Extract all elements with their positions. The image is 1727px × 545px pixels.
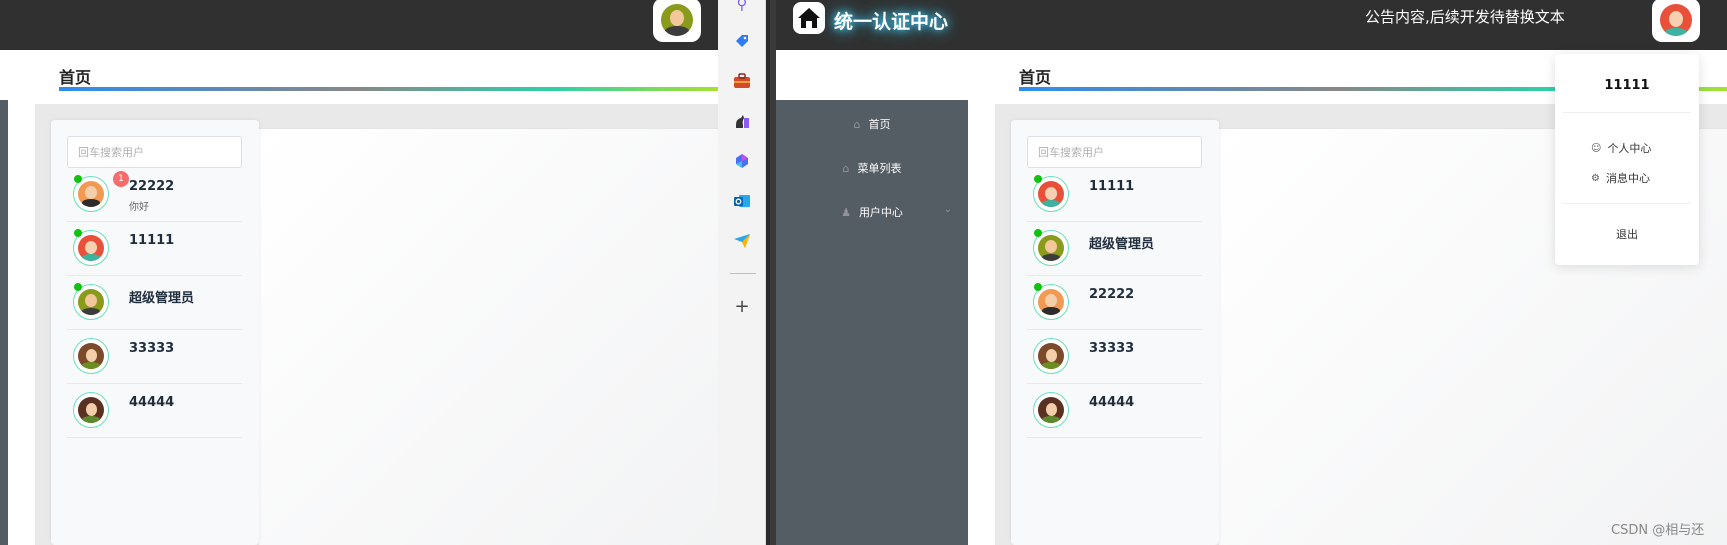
avatar — [73, 338, 109, 374]
page-title: 首页 — [59, 68, 92, 87]
woman-brown-hair-avatar-icon — [1038, 343, 1064, 369]
user-name: 超级管理员 — [129, 291, 195, 306]
user-list-panel: 1 22222 你好 11111 超级管理员 — [51, 120, 259, 545]
dropdown-item-profile[interactable]: ☺ 个人中心 — [1591, 140, 1651, 156]
online-indicator — [1034, 229, 1042, 237]
send-icon[interactable] — [732, 231, 752, 251]
right-app-window: 统一认证中心 公告内容,后续开发待替换文本 首页 ⌂ 首页 ⌂ 菜单列表 ♟ 用… — [776, 0, 1727, 545]
briefcase-icon[interactable] — [732, 71, 752, 91]
window-divider — [766, 0, 770, 545]
chevron-down-icon: ⌄ — [943, 204, 952, 215]
user-dropdown-menu: 11111 ☺ 个人中心 ⚙ 消息中心 退出 — [1555, 54, 1699, 265]
online-indicator — [74, 283, 82, 291]
user-icon: ♟ — [841, 205, 851, 219]
search-icon[interactable]: ⚲ — [732, 0, 752, 14]
user-list-item[interactable]: 44444 — [1027, 384, 1202, 438]
user-name: 22222 — [129, 179, 175, 194]
user-search-input[interactable] — [1027, 136, 1202, 168]
user-name: 33333 — [1089, 341, 1135, 356]
home-icon: ⌂ — [842, 161, 850, 175]
online-indicator — [74, 175, 82, 183]
woman-brown-hair-avatar-icon — [78, 343, 104, 369]
man-green-avatar-icon — [78, 289, 104, 315]
sidebar-item-home[interactable]: ⌂ 首页 — [776, 102, 968, 146]
avatar — [73, 392, 109, 428]
watermark: CSDN @相与还 — [1611, 523, 1705, 538]
unread-badge: 1 — [113, 171, 129, 187]
sidebar-item-menu-list[interactable]: ⌂ 菜单列表 — [776, 146, 968, 190]
last-message: 你好 — [129, 202, 149, 213]
notice-text: 公告内容,后续开发待替换文本 — [1365, 8, 1565, 26]
user-name: 11111 — [1089, 179, 1135, 194]
user-list-item[interactable]: 11111 — [1027, 168, 1202, 222]
sidebar-menu: ⌂ 首页 ⌂ 菜单列表 ♟ 用户中心 ⌄ — [776, 100, 968, 545]
user-name: 44444 — [1089, 395, 1135, 410]
user-list-item[interactable]: 1 22222 你好 — [67, 168, 242, 222]
logout-button[interactable]: 退出 — [1555, 226, 1699, 242]
add-icon[interactable]: + — [732, 296, 752, 317]
dropdown-item-label: 消息中心 — [1605, 172, 1650, 185]
user-name: 22222 — [1089, 287, 1135, 302]
dropdown-divider — [1563, 203, 1691, 204]
sidebar-edge — [0, 100, 8, 545]
user-avatar-button[interactable] — [1652, 0, 1700, 42]
outlook-icon[interactable] — [732, 191, 752, 211]
dropdown-username: 11111 — [1604, 78, 1650, 93]
man-green-avatar-icon — [661, 4, 693, 36]
avatar — [1033, 392, 1069, 428]
top-header — [0, 0, 718, 50]
dropdown-divider — [1563, 112, 1691, 113]
dropdown-item-messages[interactable]: ⚙ 消息中心 — [1591, 170, 1650, 186]
user-list-item[interactable]: 44444 — [67, 384, 242, 438]
sidebar-item-label: 菜单列表 — [857, 162, 902, 175]
woman-dark-hair-avatar-icon — [1038, 397, 1064, 423]
sidebar-item-label: 首页 — [868, 118, 891, 131]
user-list-item[interactable]: 11111 — [67, 222, 242, 276]
user-icon: ☺ — [1591, 142, 1602, 154]
message-icon: ⚙ — [1591, 172, 1600, 184]
user-list-item[interactable]: 超级管理员 — [67, 276, 242, 330]
woman-red-hair-avatar-icon — [1038, 181, 1064, 207]
man-beard-avatar-icon — [78, 181, 104, 207]
online-indicator — [74, 229, 82, 237]
avatar — [1033, 338, 1069, 374]
user-list-item[interactable]: 33333 — [1027, 330, 1202, 384]
user-name: 33333 — [129, 341, 175, 356]
tag-icon[interactable] — [732, 31, 752, 51]
woman-dark-hair-avatar-icon — [78, 397, 104, 423]
user-name: 44444 — [129, 395, 175, 410]
sidebar-item-user-center[interactable]: ♟ 用户中心 ⌄ — [776, 190, 968, 234]
user-list-panel: 11111 超级管理员 22222 — [1011, 120, 1219, 545]
woman-red-hair-avatar-icon — [78, 235, 104, 261]
home-logo-icon[interactable] — [793, 2, 825, 34]
user-search-input[interactable] — [67, 136, 242, 168]
toolbar-separator — [730, 273, 756, 274]
online-indicator — [1034, 283, 1042, 291]
woman-red-hair-avatar-icon — [1660, 4, 1692, 36]
chat-main-area — [259, 128, 718, 545]
copilot-icon[interactable] — [732, 151, 752, 171]
dropdown-item-label: 个人中心 — [1607, 142, 1652, 155]
man-green-avatar-icon — [1038, 235, 1064, 261]
user-avatar-button[interactable] — [653, 0, 701, 42]
user-list-item[interactable]: 22222 — [1027, 276, 1202, 330]
home-icon: ⌂ — [853, 117, 861, 131]
browser-side-toolbar: ⚲ + — [718, 0, 766, 545]
app-title: 统一认证中心 — [834, 11, 949, 33]
left-app-window: 首页 1 22222 你好 — [0, 0, 718, 545]
page-title: 首页 — [1019, 68, 1052, 87]
online-indicator — [1034, 175, 1042, 183]
user-list-item[interactable]: 超级管理员 — [1027, 222, 1202, 276]
user-name: 超级管理员 — [1089, 237, 1155, 252]
sidebar-item-label: 用户中心 — [858, 206, 903, 219]
chess-icon[interactable] — [732, 111, 752, 131]
title-underline — [59, 87, 718, 91]
user-name: 11111 — [129, 233, 175, 248]
user-list-item[interactable]: 33333 — [67, 330, 242, 384]
top-header: 统一认证中心 公告内容,后续开发待替换文本 — [776, 0, 1727, 50]
man-beard-avatar-icon — [1038, 289, 1064, 315]
